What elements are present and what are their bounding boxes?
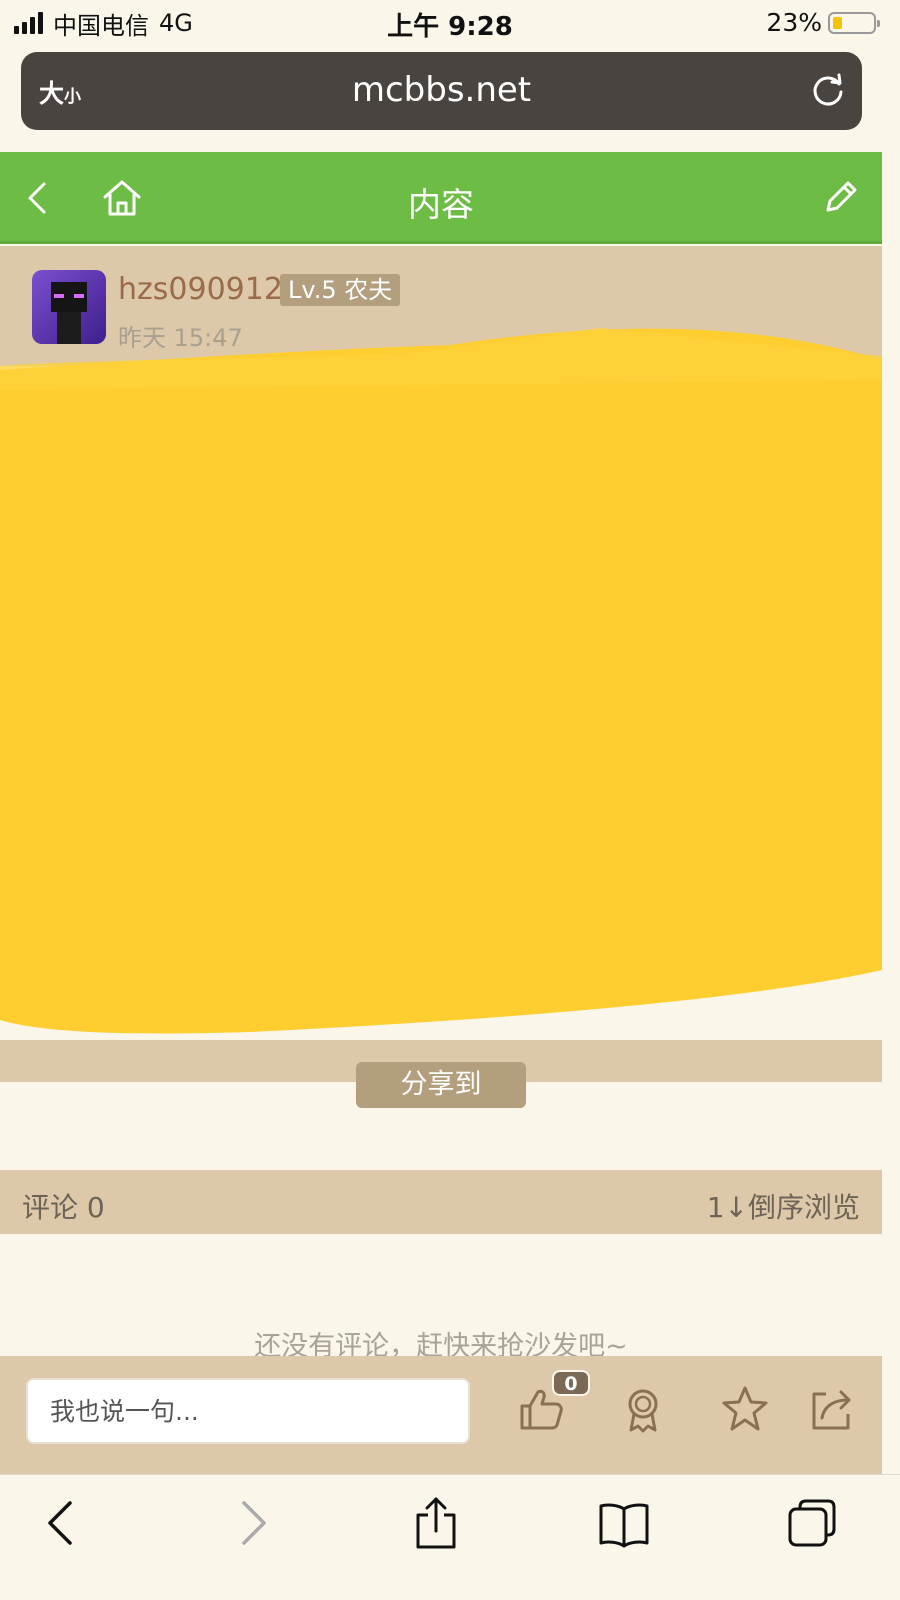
- page-title: 内容: [408, 185, 474, 224]
- status-right: 23%: [766, 8, 880, 37]
- battery-level: [833, 16, 842, 29]
- tabs-icon[interactable]: [786, 1497, 838, 1549]
- comments-header: 评论 0 1↓倒序浏览: [0, 1170, 882, 1234]
- url-text[interactable]: mcbbs.net: [21, 70, 862, 110]
- comment-bar: 0: [0, 1356, 882, 1474]
- browser-forward-icon[interactable]: [226, 1497, 278, 1549]
- status-time: 上午 9:28: [387, 12, 513, 42]
- like-count: 0: [552, 1370, 590, 1396]
- share-icon[interactable]: [806, 1384, 856, 1434]
- level-badge: Lv.5 农夫: [280, 274, 401, 306]
- share-button[interactable]: 分享到: [356, 1062, 526, 1108]
- nav-bar: 内容: [0, 152, 882, 244]
- comment-input[interactable]: [26, 1378, 470, 1444]
- avatar-eye-left: [54, 294, 64, 298]
- browser-share-icon[interactable]: [410, 1497, 462, 1549]
- username[interactable]: hzs090912: [118, 272, 283, 307]
- address-bar[interactable]: 大小 mcbbs.net: [21, 52, 862, 130]
- edit-icon[interactable]: [820, 176, 862, 218]
- browser-toolbar: [0, 1474, 900, 1600]
- browser-back-icon[interactable]: [36, 1497, 88, 1549]
- comments-count: 评论 0: [22, 1191, 105, 1224]
- status-bar: 中国电信 4G 上午 9:28 23%: [0, 0, 900, 48]
- battery-percent: 23%: [766, 8, 822, 37]
- bookmarks-icon[interactable]: [598, 1497, 650, 1549]
- award-icon[interactable]: [618, 1384, 668, 1434]
- reload-icon[interactable]: [808, 70, 848, 110]
- battery-icon: [828, 11, 880, 34]
- favorite-star-icon[interactable]: [720, 1384, 770, 1434]
- redaction-overlay: [0, 328, 882, 1034]
- avatar-eye-right: [74, 294, 84, 298]
- sort-toggle[interactable]: 1↓倒序浏览: [707, 1186, 860, 1226]
